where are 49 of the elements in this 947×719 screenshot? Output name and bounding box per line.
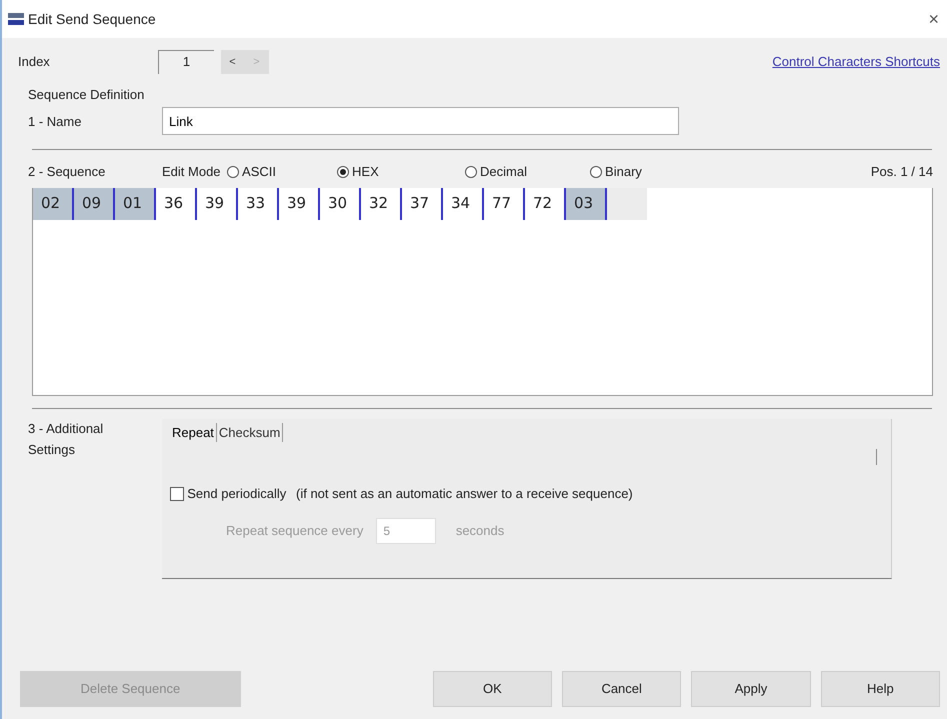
tab[interactable]: Checksum xyxy=(216,422,284,442)
close-button[interactable]: × xyxy=(928,10,939,28)
position-label: Pos. 1 / 14 xyxy=(870,163,933,182)
byte-cell[interactable]: 09 xyxy=(74,188,115,220)
checkbox[interactable] xyxy=(170,487,184,501)
shortcuts-link[interactable]: Control Characters Shortcuts xyxy=(772,52,940,72)
byte-cell[interactable]: 39 xyxy=(197,188,238,220)
section-title: Sequence Definition xyxy=(27,86,146,104)
radio-label[interactable]: HEX xyxy=(352,162,379,182)
radio-button[interactable] xyxy=(337,166,350,178)
sequence-label: 2 - Sequence xyxy=(28,163,106,182)
byte-cell[interactable]: 02 xyxy=(33,188,74,220)
previous-button[interactable]: < xyxy=(220,50,244,74)
seconds-label: seconds xyxy=(456,522,504,540)
radio-button[interactable] xyxy=(227,166,240,178)
cursor-cell xyxy=(607,188,647,220)
edit-mode-label: Edit Mode xyxy=(162,163,221,182)
radio-label[interactable]: Decimal xyxy=(480,162,528,182)
tab[interactable]: Repeat xyxy=(170,422,217,442)
checkbox-note: (if not sent as an automatic answer to a receive sequence) xyxy=(296,485,633,504)
dialog-button[interactable]: Apply xyxy=(691,671,811,707)
byte-cell[interactable]: 30 xyxy=(320,188,361,220)
app-icon xyxy=(8,13,24,25)
byte-cell[interactable]: 34 xyxy=(443,188,484,220)
dialog-button[interactable]: Cancel xyxy=(562,671,682,707)
sequence-editor[interactable]: 02 09 01 36 39 33 39 30 32 37 34 77 72 03 xyxy=(32,188,933,396)
window-title: Edit Send Sequence xyxy=(28,10,156,29)
byte-cell[interactable]: 77 xyxy=(484,188,525,220)
radio-label[interactable]: ASCII xyxy=(242,162,276,182)
byte-cell[interactable]: 39 xyxy=(279,188,320,220)
index-field[interactable]: 1 xyxy=(158,50,214,74)
additional-settings-label: 3 - Additional Settings xyxy=(28,420,104,459)
dialog-button[interactable]: OK xyxy=(432,671,552,707)
name-field[interactable]: Link xyxy=(162,107,679,136)
radio-label[interactable]: Binary xyxy=(605,162,642,182)
byte-cell[interactable]: 32 xyxy=(361,188,402,220)
repeat-label: Repeat sequence every xyxy=(226,522,364,540)
radio-button[interactable] xyxy=(590,166,602,178)
name-label: 1 - Name xyxy=(28,112,82,130)
byte-cell[interactable]: 03 xyxy=(566,188,607,220)
radio-button[interactable] xyxy=(465,166,478,178)
byte-cell[interactable]: 01 xyxy=(115,188,156,220)
dialog-button[interactable]: Help xyxy=(820,671,940,707)
index-label: Index xyxy=(18,53,51,72)
separator-mark xyxy=(876,448,877,465)
byte-cell[interactable]: 33 xyxy=(238,188,279,220)
byte-cell[interactable]: 36 xyxy=(156,188,197,220)
checkbox-label: Send periodically xyxy=(187,485,286,504)
byte-cell[interactable]: 37 xyxy=(402,188,443,220)
